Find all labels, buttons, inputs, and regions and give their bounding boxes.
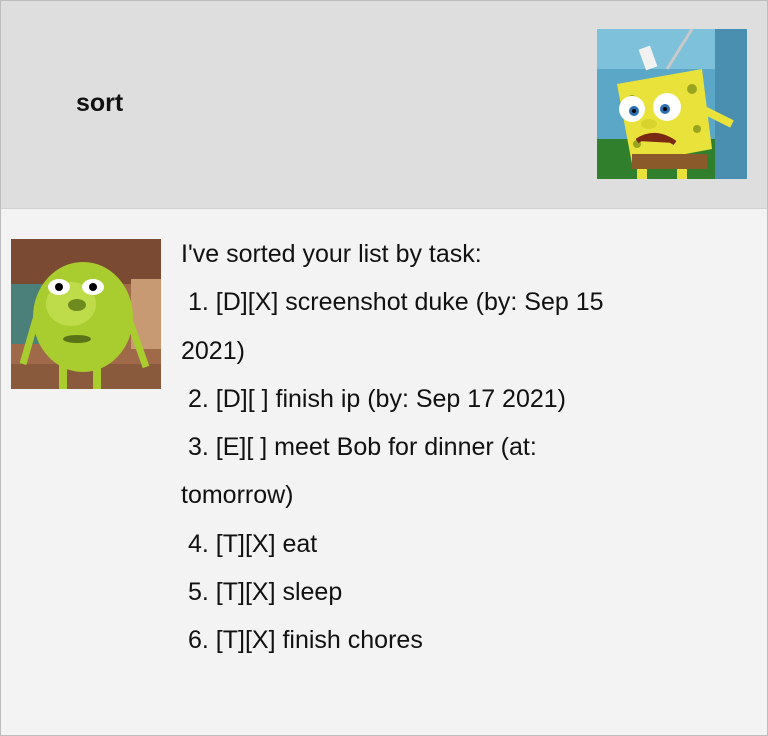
bot-message-intro: I've sorted your list by task: [181,240,482,268]
user-message-text: sort [76,89,124,117]
task-item-6: 6. [T][X] finish chores [188,626,423,655]
task-item-1: 1. [D][X] screenshot duke (by: Sep 15 [188,288,604,317]
task-item-3-cont: tomorrow) [181,481,294,510]
task-item-5: 5. [T][X] sleep [188,578,343,607]
task-item-2: 2. [D][ ] finish ip (by: Sep 17 2021) [188,384,566,413]
bot-message-text: I've sorted your list by task: 1. [D][X]… [181,230,741,665]
spongebob-avatar [597,29,747,179]
task-item-4: 4. [T][X] eat [188,529,318,558]
user-message-row: sort [1,1,767,209]
task-item-3: 3. [E][ ] meet Bob for dinner (at: [188,433,537,462]
task-item-1-cont: 2021) [181,336,245,365]
chat-window: sort I've sorted your list by task: 1. [… [0,0,768,736]
mike-wazowski-avatar [11,239,161,389]
